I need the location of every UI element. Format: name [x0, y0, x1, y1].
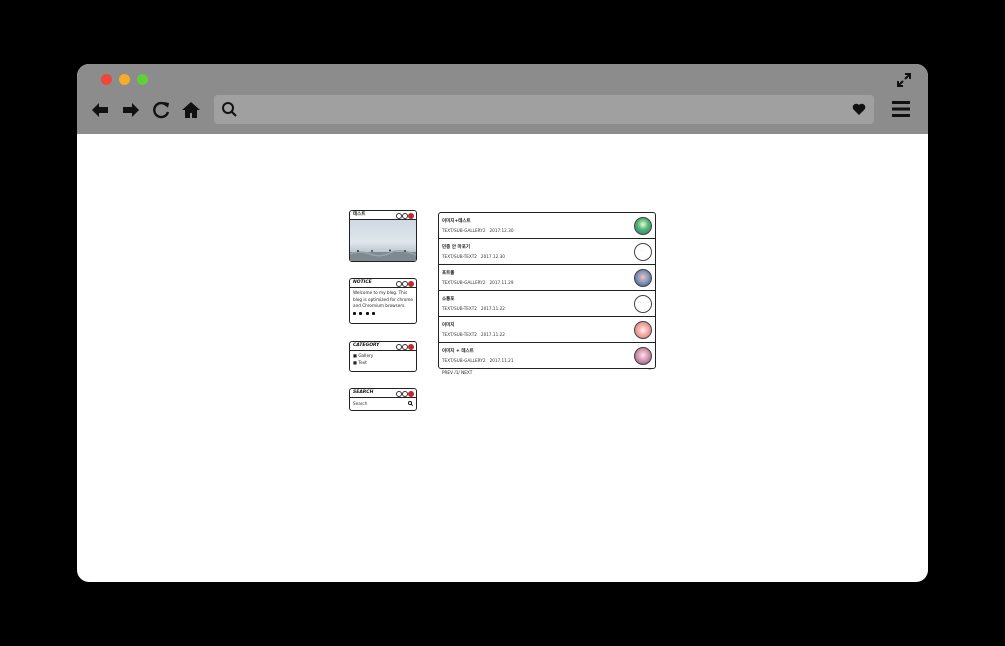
browser-window: 테스트 NOTICE Welcome to my blog. This blog… — [77, 64, 928, 582]
post-thumbnail[interactable] — [634, 321, 652, 339]
browser-toolbar — [77, 64, 928, 134]
post-row[interactable]: 이미지+테스트 TEXT/SUB-GALLERY2 2017.12.30 — [439, 213, 655, 239]
search-icon — [222, 102, 237, 117]
github-icon[interactable] — [353, 311, 356, 315]
post-date: 2017.11.29 — [489, 280, 514, 285]
search-input[interactable]: Search — [353, 401, 367, 406]
expand-icon[interactable] — [896, 72, 912, 88]
next-link[interactable]: NEXT — [461, 370, 472, 375]
address-bar[interactable] — [214, 95, 874, 124]
post-meta: TEXT/SUB-GALLERY2 2017.11.21 — [442, 358, 514, 363]
post-thumbnail[interactable] — [634, 295, 652, 313]
back-arrow-icon[interactable] — [90, 100, 110, 120]
notice-body: Welcome to my blog. This blog is optimiz… — [350, 288, 416, 319]
category-label: Text — [358, 359, 367, 365]
widget-close-button[interactable] — [408, 280, 414, 287]
post-row[interactable]: 이미지 + 테스트 TEXT/SUB-GALLERY2 2017.11.21 — [439, 343, 655, 368]
reload-icon[interactable] — [152, 100, 172, 120]
search-title: SEARCH — [353, 390, 374, 395]
category-label: Gallery — [358, 353, 374, 358]
widget-header: CATEGORY — [350, 342, 416, 351]
category-list: ■ Gallery ■ Text — [350, 351, 416, 368]
post-thumbnail[interactable] — [634, 269, 652, 287]
post-title[interactable]: 이미지+테스트 — [442, 218, 471, 224]
post-list: 이미지+테스트 TEXT/SUB-GALLERY2 2017.12.30 민중 안… — [438, 212, 656, 369]
post-title[interactable]: 소통포 — [442, 296, 454, 302]
post-row[interactable]: 포트폴 TEXT/SUB-GALLERY2 2017.11.29 — [439, 265, 655, 291]
post-title[interactable]: 이미지 — [442, 322, 454, 328]
search-icon[interactable] — [408, 401, 413, 406]
pencil-icon[interactable] — [365, 311, 369, 315]
post-category: TEXT/SUB-TEXT2 — [442, 306, 477, 311]
seaside-photo — [350, 249, 416, 261]
folder-icon: ■ — [353, 353, 357, 358]
post-meta: TEXT/SUB-GALLERY2 2017.12.30 — [442, 228, 514, 233]
forward-arrow-icon[interactable] — [121, 100, 141, 120]
post-thumbnail[interactable] — [634, 243, 652, 261]
home-icon[interactable] — [181, 100, 201, 120]
category-widget: CATEGORY ■ Gallery ■ Text — [349, 341, 417, 372]
notice-text: Welcome to my blog. This blog is optimiz… — [353, 290, 413, 308]
post-title[interactable]: 이미지 + 테스트 — [442, 348, 474, 354]
post-thumbnail[interactable] — [634, 217, 652, 235]
folder-icon: ■ — [353, 359, 357, 365]
notice-widget: NOTICE Welcome to my blog. This blog is … — [349, 278, 417, 324]
post-meta: TEXT/SUB-TEXT2 2017.12.30 — [442, 254, 505, 259]
widget-close-button[interactable] — [408, 212, 414, 219]
post-meta: TEXT/SUB-TEXT2 2017.11.22 — [442, 306, 505, 311]
category-item-text[interactable]: ■ Text — [353, 360, 413, 367]
widget-header: 테스트 — [350, 211, 416, 220]
post-date: 2017.12.30 — [480, 254, 505, 259]
widget-header: NOTICE — [350, 279, 416, 288]
post-category: TEXT/SUB-TEXT2 — [442, 254, 477, 259]
pagination: PREV /1/ NEXT — [442, 370, 472, 375]
close-window-button[interactable] — [101, 74, 112, 85]
social-icons — [353, 311, 413, 318]
post-category: TEXT/SUB-GALLERY2 — [442, 358, 486, 363]
profile-widget: 테스트 — [349, 210, 417, 262]
post-meta: TEXT/SUB-GALLERY2 2017.11.29 — [442, 280, 514, 285]
profile-image — [350, 220, 416, 261]
post-date: 2017.11.22 — [480, 306, 505, 311]
search-box: Search — [350, 398, 416, 409]
post-date: 2017.11.22 — [480, 332, 505, 337]
prev-link[interactable]: PREV — [442, 370, 453, 375]
current-page: /1/ — [454, 370, 460, 375]
post-row[interactable]: 이미지 TEXT/SUB-TEXT2 2017.11.22 — [439, 317, 655, 343]
post-thumbnail[interactable] — [634, 347, 652, 365]
post-title[interactable]: 포트폴 — [442, 270, 454, 276]
widget-close-button[interactable] — [408, 390, 414, 397]
scroll-top-icon[interactable]: ^ — [648, 368, 651, 373]
post-category: TEXT/SUB-TEXT2 — [442, 332, 477, 337]
bookmark-heart-icon[interactable] — [852, 102, 866, 116]
profile-title: 테스트 — [353, 212, 366, 217]
minimize-window-button[interactable] — [119, 74, 130, 85]
maximize-window-button[interactable] — [137, 74, 148, 85]
post-date: 2017.11.21 — [489, 358, 514, 363]
post-category: TEXT/SUB-GALLERY2 — [442, 228, 486, 233]
post-row[interactable]: 민중 안 마포기 TEXT/SUB-TEXT2 2017.12.30 — [439, 239, 655, 265]
post-meta: TEXT/SUB-TEXT2 2017.11.22 — [442, 332, 505, 337]
widget-close-button[interactable] — [408, 343, 414, 350]
search-widget: SEARCH Search — [349, 388, 417, 411]
post-row[interactable]: 소통포 TEXT/SUB-TEXT2 2017.11.22 — [439, 291, 655, 317]
hamburger-menu-icon[interactable] — [892, 100, 910, 118]
settings-icon[interactable] — [372, 311, 376, 315]
widget-header: SEARCH — [350, 389, 416, 398]
notice-title: NOTICE — [353, 280, 372, 285]
post-category: TEXT/SUB-GALLERY2 — [442, 280, 486, 285]
post-date: 2017.12.30 — [489, 228, 514, 233]
post-title[interactable]: 민중 안 마포기 — [442, 244, 470, 250]
mail-icon[interactable] — [359, 311, 363, 315]
category-title: CATEGORY — [353, 343, 380, 348]
